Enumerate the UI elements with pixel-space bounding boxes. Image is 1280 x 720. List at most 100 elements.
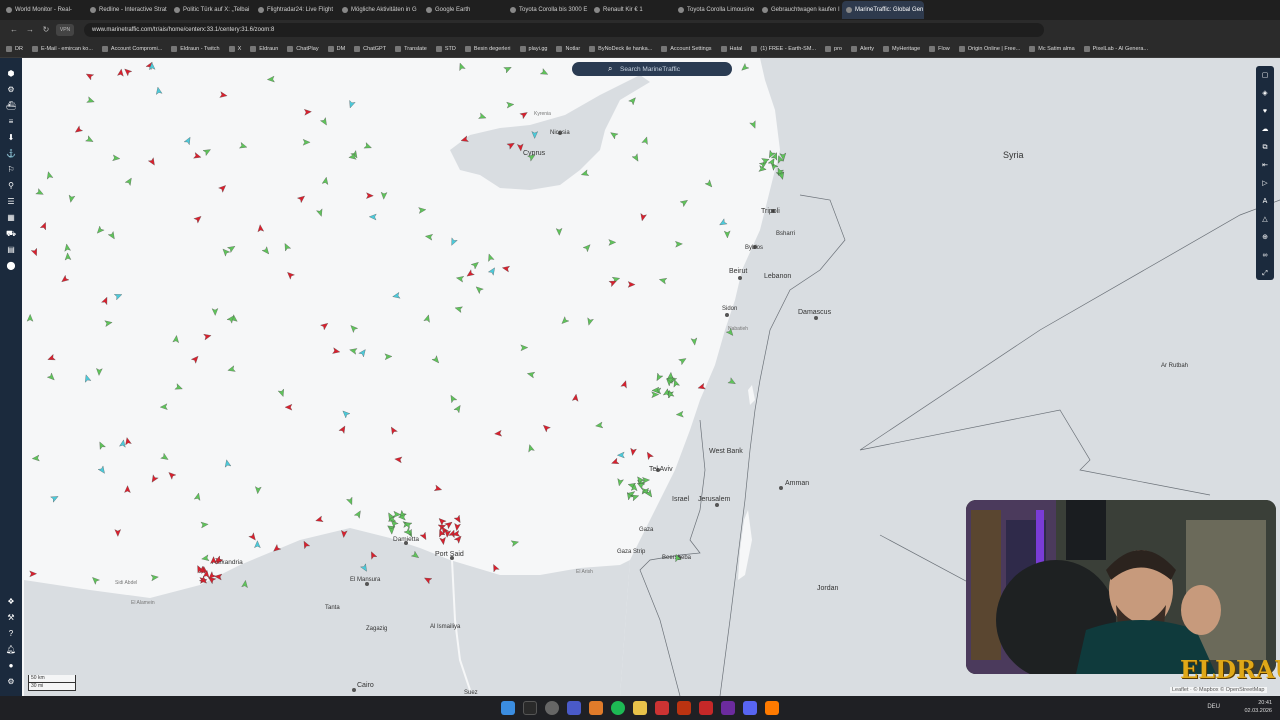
forward-icon[interactable]: → bbox=[24, 24, 36, 36]
vessel-marker[interactable] bbox=[117, 68, 124, 77]
vessel-marker[interactable] bbox=[616, 451, 625, 459]
browser-tab[interactable]: Mögliche Aktivitäten in G bbox=[338, 1, 420, 19]
vessel-marker[interactable] bbox=[368, 213, 377, 221]
vessel-marker[interactable] bbox=[608, 239, 617, 246]
vessel-marker[interactable] bbox=[68, 194, 76, 203]
vessel-marker[interactable] bbox=[104, 319, 113, 327]
help-icon[interactable]: ? bbox=[5, 628, 17, 640]
vessel-marker[interactable] bbox=[97, 465, 107, 475]
news-icon[interactable]: ▤ bbox=[5, 244, 17, 256]
vessel-marker[interactable] bbox=[107, 231, 117, 240]
vessel-marker[interactable] bbox=[455, 275, 465, 283]
notifications-icon[interactable]: 🔔︎ bbox=[5, 644, 17, 656]
vessel-marker[interactable] bbox=[74, 125, 84, 135]
vessel-marker[interactable] bbox=[193, 492, 201, 501]
vessel-marker[interactable] bbox=[60, 274, 70, 284]
vessel-marker[interactable] bbox=[418, 207, 427, 214]
vessel-marker[interactable] bbox=[285, 270, 295, 280]
vessel-marker[interactable] bbox=[616, 478, 624, 487]
vessel-marker[interactable] bbox=[150, 574, 159, 582]
calendar-icon[interactable]: ▦ bbox=[5, 212, 17, 224]
app-icon[interactable] bbox=[721, 701, 735, 715]
vessel-marker[interactable] bbox=[224, 459, 232, 468]
fullscreen-icon[interactable]: ▢ bbox=[1259, 70, 1271, 82]
vessel-marker[interactable] bbox=[384, 353, 393, 361]
vessel-marker[interactable] bbox=[539, 68, 549, 78]
bookmark-item[interactable]: Account Compromi... bbox=[101, 45, 162, 52]
vessel-marker[interactable] bbox=[248, 532, 258, 542]
vessel-marker[interactable] bbox=[740, 63, 750, 72]
vessel-marker[interactable] bbox=[124, 176, 134, 186]
vessel-marker[interactable] bbox=[380, 191, 388, 200]
bookmark-item[interactable]: Eldraun bbox=[250, 45, 278, 52]
vessel-marker[interactable] bbox=[494, 429, 503, 437]
vessel-marker[interactable] bbox=[486, 253, 495, 262]
vessel-marker[interactable] bbox=[580, 169, 590, 178]
vessel-marker[interactable] bbox=[155, 86, 163, 95]
vessel-marker[interactable] bbox=[255, 486, 262, 495]
reload-icon[interactable]: ↻ bbox=[40, 24, 52, 36]
vessel-marker[interactable] bbox=[627, 281, 636, 288]
vessel-marker[interactable] bbox=[239, 142, 248, 150]
vessel-marker[interactable] bbox=[96, 368, 103, 376]
bookmark-item[interactable]: (1) FREE - Earth-SM... bbox=[751, 45, 816, 52]
vessel-marker[interactable] bbox=[609, 130, 619, 140]
browser-tab[interactable]: Toyota Corolla Limousine bbox=[674, 1, 756, 19]
bookmark-item[interactable]: Besin degerleri bbox=[464, 45, 511, 52]
vessel-marker[interactable] bbox=[503, 65, 513, 74]
vessel-marker[interactable] bbox=[266, 75, 275, 83]
vessel-marker[interactable] bbox=[595, 421, 604, 429]
vessel-marker[interactable] bbox=[474, 285, 484, 295]
vessel-marker[interactable] bbox=[630, 447, 637, 456]
vessel-marker[interactable] bbox=[257, 224, 265, 233]
vessel-marker[interactable] bbox=[718, 218, 728, 228]
bookmark-item[interactable]: Notlar bbox=[556, 45, 580, 52]
vessel-marker[interactable] bbox=[35, 188, 45, 198]
bookmark-item[interactable]: STD bbox=[435, 45, 456, 52]
browser-tab[interactable]: Google Earth bbox=[422, 1, 504, 19]
play-icon[interactable]: ▷ bbox=[1259, 178, 1271, 190]
vessel-marker[interactable] bbox=[449, 237, 458, 247]
vessel-marker[interactable] bbox=[332, 347, 341, 355]
vessel-marker[interactable] bbox=[147, 157, 157, 167]
bookmark-item[interactable]: ChatGPT bbox=[354, 45, 386, 52]
vessel-marker[interactable] bbox=[321, 176, 329, 185]
vessel-marker[interactable] bbox=[183, 136, 193, 146]
fleet-icon[interactable]: ⛟ bbox=[5, 228, 17, 240]
vessel-marker[interactable] bbox=[394, 456, 403, 464]
vessel-marker[interactable] bbox=[90, 575, 100, 585]
vessel-marker[interactable] bbox=[697, 382, 706, 391]
browser-tab[interactable]: Redline - Interactive Strat bbox=[86, 1, 168, 19]
anchor-icon[interactable]: ⚓ bbox=[5, 148, 17, 160]
vessel-marker[interactable] bbox=[85, 71, 95, 81]
vessel-marker[interactable] bbox=[338, 424, 348, 434]
app-icon[interactable] bbox=[765, 701, 779, 715]
bookmark-item[interactable]: ChatPlay bbox=[287, 45, 319, 52]
settings-icon[interactable]: ⚙ bbox=[5, 676, 17, 688]
ship-icon[interactable]: ⛴ bbox=[5, 100, 17, 112]
vessel-marker[interactable] bbox=[506, 101, 515, 109]
vessel-marker[interactable] bbox=[346, 496, 354, 506]
layers-icon[interactable]: ≡ bbox=[5, 116, 17, 128]
vessel-marker[interactable] bbox=[124, 437, 132, 446]
vessel-marker[interactable] bbox=[83, 374, 92, 383]
bookmark-item[interactable]: X bbox=[228, 45, 241, 52]
bookmark-item[interactable]: E-Mail - emircan ko... bbox=[31, 45, 93, 52]
vessel-marker[interactable] bbox=[31, 454, 40, 462]
vessel-marker[interactable] bbox=[296, 194, 306, 204]
vessel-marker[interactable] bbox=[620, 380, 629, 389]
vessel-marker[interactable] bbox=[419, 531, 429, 541]
app-icon[interactable] bbox=[589, 701, 603, 715]
back-icon[interactable]: ← bbox=[8, 24, 20, 36]
vessel-marker[interactable] bbox=[172, 335, 180, 344]
vessel-marker[interactable] bbox=[85, 135, 95, 145]
vessel-marker[interactable] bbox=[491, 563, 500, 573]
vessel-marker[interactable] bbox=[454, 523, 461, 532]
vessel-marker[interactable] bbox=[203, 333, 212, 341]
vessel-marker[interactable] bbox=[227, 365, 236, 374]
vessel-marker[interactable] bbox=[610, 457, 620, 466]
vessel-marker[interactable] bbox=[358, 348, 368, 358]
vessel-marker[interactable] bbox=[678, 356, 688, 366]
bookmark-item[interactable]: Account Settings bbox=[661, 45, 712, 52]
browser-tab[interactable]: World Monitor - Real- bbox=[2, 1, 84, 19]
